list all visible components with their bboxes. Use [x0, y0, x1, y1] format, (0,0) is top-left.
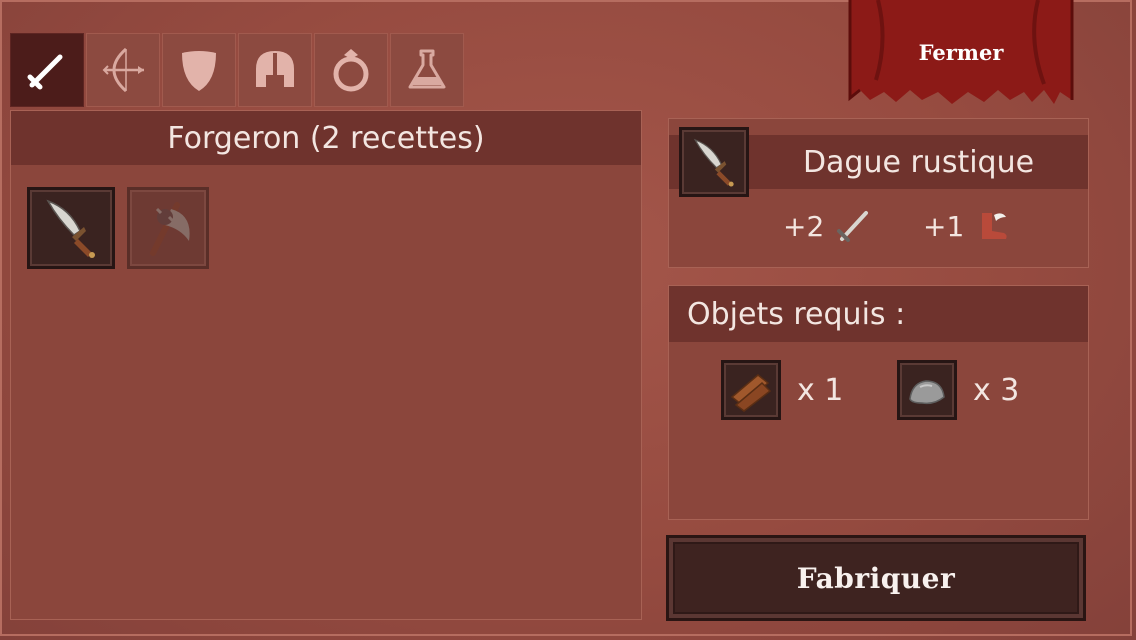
tab-rings[interactable] [314, 33, 388, 107]
shield-icon [182, 51, 216, 91]
required-items-panel: Objets requis : x 1 x 3 [668, 285, 1089, 520]
required-item-wood: x 1 [721, 360, 843, 420]
stat-speed: +1 [923, 207, 1012, 245]
recipe-slot-axe[interactable] [127, 187, 209, 269]
required-item-stone: x 3 [897, 360, 1019, 420]
helmet-icon [256, 51, 294, 87]
wood-icon [730, 374, 772, 412]
dagger-icon [46, 199, 95, 258]
tab-helmets[interactable] [238, 33, 312, 107]
required-wood-qty: x 1 [797, 372, 844, 408]
recipe-list [27, 187, 209, 269]
recipes-title: Forgeron (2 recettes) [11, 111, 641, 165]
tab-shields[interactable] [162, 33, 236, 107]
attack-sword-icon [837, 211, 869, 242]
dagger-icon [693, 138, 734, 187]
stat-attack: +2 [783, 207, 872, 245]
ring-icon [333, 49, 369, 92]
stone-icon [909, 380, 945, 405]
required-slot-wood [721, 360, 781, 420]
item-detail-panel: Dague rustique +2 +1 [668, 118, 1089, 268]
recipes-panel: Forgeron (2 recettes) [10, 110, 642, 620]
recipe-slot-dagger[interactable] [27, 187, 115, 269]
stat-speed-value: +1 [923, 209, 965, 243]
bow-icon [102, 47, 144, 93]
required-stone-qty: x 3 [973, 372, 1020, 408]
axe-icon [150, 202, 190, 256]
tab-bows[interactable] [86, 33, 160, 107]
craft-button[interactable]: Fabriquer [666, 535, 1086, 621]
speed-boot-icon [982, 213, 1007, 239]
tab-potions[interactable] [390, 33, 464, 107]
close-label: Fermer [918, 40, 1004, 65]
close-button[interactable]: Fermer [848, 0, 1074, 108]
tab-swords[interactable] [10, 33, 84, 107]
item-name: Dague rustique [802, 144, 1035, 180]
category-tabs [10, 33, 464, 107]
required-slot-stone [897, 360, 957, 420]
selected-item-slot [679, 127, 749, 197]
stat-attack-value: +2 [783, 209, 825, 243]
required-title: Objets requis : [669, 286, 1088, 342]
potion-icon [408, 49, 446, 89]
sword-icon [27, 54, 63, 90]
